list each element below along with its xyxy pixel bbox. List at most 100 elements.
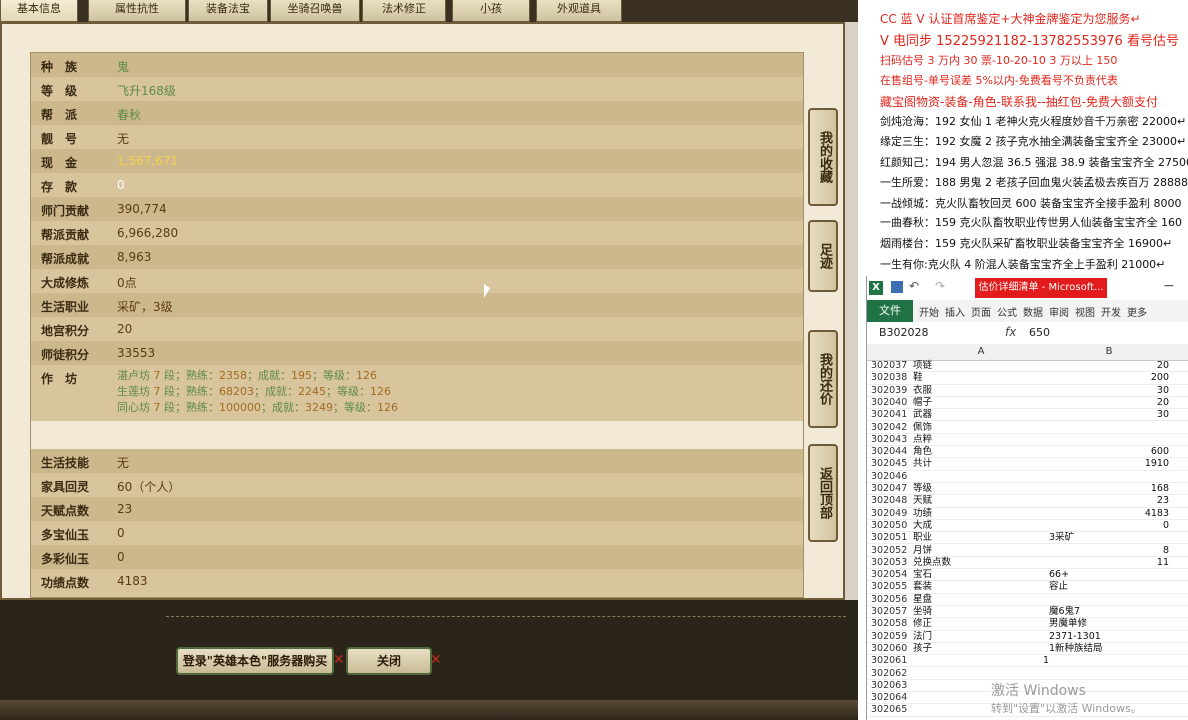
sheet-row[interactable]: 302049 功绩 4183 [867,508,1188,520]
sheet-row[interactable]: 302044 角色 600 [867,446,1188,459]
cell-a[interactable]: 共计 [913,458,932,470]
cell-a[interactable]: 1 [913,655,1049,667]
ribbon-tab[interactable]: 更多 [1127,304,1147,319]
row-number[interactable]: 302056 [871,594,911,606]
name-box[interactable]: B302028 [879,326,929,339]
tab-spells[interactable]: 法术修正 [362,0,446,22]
sheet-row[interactable]: 302043 点粹 [867,434,1188,447]
cell-a[interactable]: 孩子 [913,643,932,655]
formula-input[interactable]: 650 [1029,326,1050,339]
sheet-row[interactable]: 302052 月饼 8 [867,545,1188,557]
favorites-button[interactable]: 我的收藏 [808,108,838,206]
sheet-row[interactable]: 302053 兑换点数 11 [867,557,1188,570]
row-number[interactable]: 302050 [871,520,911,532]
cell-b[interactable]: 魔6鬼7 [1049,606,1080,618]
row-number[interactable]: 302062 [871,668,911,680]
cell-b[interactable]: 20 [1049,360,1169,372]
row-number[interactable]: 302054 [871,569,911,581]
sheet-row[interactable]: 302061 1 [867,655,1188,668]
sheet-row[interactable]: 302051 职业 3采矿 [867,532,1188,545]
row-number[interactable]: 302042 [871,422,911,434]
cell-b[interactable]: 66+ [1049,569,1069,581]
cell-a[interactable]: 功绩 [913,508,932,520]
cell-b[interactable]: 168 [1049,483,1169,495]
cell-b[interactable]: 20 [1049,397,1169,409]
row-number[interactable]: 302047 [871,483,911,495]
tab-equipment[interactable]: 装备法宝 [188,0,268,22]
cell-a[interactable]: 衣服 [913,385,932,397]
row-number[interactable]: 302046 [871,471,911,483]
row-number[interactable]: 302060 [871,643,911,655]
cell-a[interactable]: 坐骑 [913,606,932,618]
panel-scrollbar[interactable] [845,22,858,600]
row-number[interactable]: 302061 [871,655,911,667]
row-number[interactable]: 302043 [871,434,911,446]
sheet-row[interactable]: 302062 [867,668,1188,680]
redo-icon[interactable]: ↷ [935,279,945,293]
cell-b[interactable]: 8 [1049,545,1169,557]
row-number[interactable]: 302052 [871,545,911,557]
back-to-top-button[interactable]: 返回顶部 [808,444,838,542]
cell-b[interactable]: 男魔单修 [1049,618,1087,630]
column-header-a[interactable]: A [913,346,1049,357]
save-icon[interactable] [891,281,903,293]
cell-a[interactable]: 职业 [913,532,932,544]
row-number[interactable]: 302065 [871,704,911,716]
row-number[interactable]: 302064 [871,692,911,704]
row-number[interactable]: 302058 [871,618,911,630]
sheet-row[interactable]: 302045 共计 1910 [867,458,1188,471]
ribbon-tab[interactable]: 审阅 [1049,304,1069,319]
sheet-row[interactable]: 302054 宝石 66+ [867,569,1188,582]
sheet-row[interactable]: 302058 修正 男魔单修 [867,618,1188,631]
cell-b[interactable]: 1910 [1049,458,1169,470]
cell-a[interactable]: 天赋 [913,495,932,507]
row-number[interactable]: 302057 [871,606,911,618]
cell-a[interactable]: 星盘 [913,594,932,606]
cell-b[interactable]: 1新种族结局 [1049,643,1103,655]
sheet-row[interactable]: 302037 项链 20 [867,360,1188,373]
tab-mounts-pets[interactable]: 坐骑召唤兽 [270,0,360,22]
cell-a[interactable]: 等级 [913,483,932,495]
ribbon-tab[interactable]: 数据 [1023,304,1043,319]
close-button[interactable]: 关闭 [346,647,432,675]
cell-b[interactable]: 3采矿 [1049,532,1074,544]
sheet-row[interactable]: 302038 鞋 200 [867,372,1188,385]
sheet-row[interactable]: 302041 武器 30 [867,409,1188,422]
sheet-row[interactable]: 302060 孩子 1新种族结局 [867,643,1188,656]
cell-a[interactable]: 修正 [913,618,932,630]
cell-a[interactable]: 鞋 [913,372,923,384]
tab-attributes[interactable]: 属性抗性 [88,0,186,22]
ribbon-tab[interactable]: 页面 [971,304,991,319]
sheet-row[interactable]: 302050 大成 0 [867,520,1188,533]
row-number[interactable]: 302055 [871,581,911,593]
row-number[interactable]: 302045 [871,458,911,470]
ribbon-tab[interactable]: 开发 [1101,304,1121,319]
cell-b[interactable]: 30 [1049,409,1169,421]
ribbon-tab[interactable]: 插入 [945,304,965,319]
cell-a[interactable]: 月饼 [913,545,932,557]
my-offer-button[interactable]: 我的还价 [808,330,838,428]
cell-a[interactable]: 点粹 [913,434,932,446]
tab-children[interactable]: 小孩 [452,0,530,22]
row-number[interactable]: 302063 [871,680,911,692]
fx-icon[interactable]: fx [1005,325,1016,339]
sheet-row[interactable]: 302046 [867,471,1188,483]
cell-a[interactable]: 项链 [913,360,932,372]
sheet-row[interactable]: 302047 等级 168 [867,483,1188,496]
row-number[interactable]: 302044 [871,446,911,458]
sheet-row[interactable]: 302057 坐骑 魔6鬼7 [867,606,1188,619]
sheet-row[interactable]: 302040 帽子 20 [867,397,1188,410]
footprint-button[interactable]: 足迹 [808,220,838,292]
row-number[interactable]: 302051 [871,532,911,544]
sheet-row[interactable]: 302059 法门 2371-1301 [867,631,1188,643]
ribbon-tab[interactable]: 视图 [1075,304,1095,319]
cell-b[interactable]: 200 [1049,372,1169,384]
cell-a[interactable]: 大成 [913,520,932,532]
row-number[interactable]: 302048 [871,495,911,507]
minimize-icon[interactable]: − [1163,278,1175,294]
row-number[interactable]: 302037 [871,360,911,372]
undo-icon[interactable]: ↶ [909,279,919,293]
column-header-b[interactable]: B [1049,346,1169,357]
cell-b[interactable]: 11 [1049,557,1169,569]
cell-b[interactable]: 容止 [1049,581,1068,593]
